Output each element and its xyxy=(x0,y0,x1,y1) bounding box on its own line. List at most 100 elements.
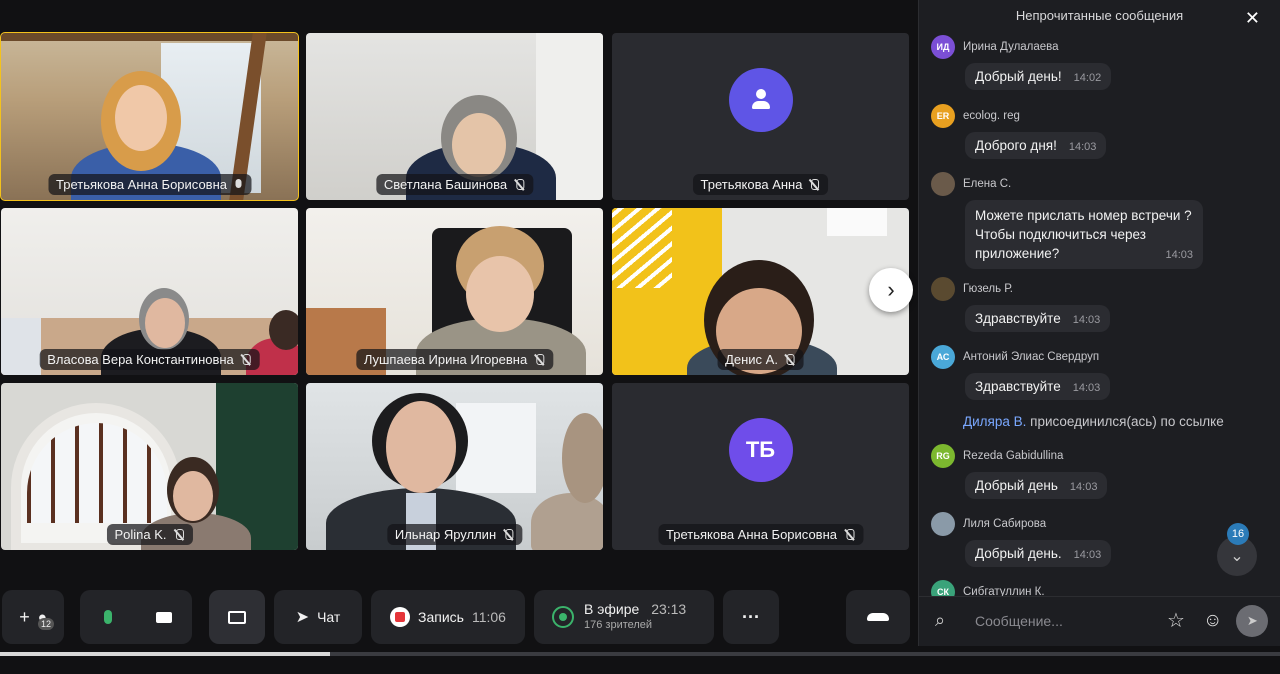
live-label: В эфире xyxy=(584,601,640,617)
message-bubble: Добрый день 14:03 xyxy=(965,472,1108,499)
video-grid: Третьякова Анна Борисовна Светлана Башин… xyxy=(0,32,912,552)
close-icon[interactable]: ✕ xyxy=(1245,8,1260,29)
more-options-button[interactable]: ··· xyxy=(723,590,779,644)
participant-name-tag: Третьякова Анна xyxy=(692,174,829,195)
camera-button[interactable] xyxy=(136,590,192,644)
message-text: Здравствуйте xyxy=(975,311,1061,326)
video-tile[interactable]: Денис А. xyxy=(612,208,909,375)
add-participants-button[interactable]: + ● 12 xyxy=(2,590,64,644)
message-bubble: Здравствуйте 14:03 xyxy=(965,305,1111,332)
chat-message: RG Rezeda Gabidullina Добрый день 14:03 xyxy=(931,444,1261,499)
microphone-muted-icon xyxy=(173,528,185,541)
joined-user-link[interactable]: Диляра В. xyxy=(963,414,1026,429)
participant-name: Лушпаева Ирина Игоревна xyxy=(363,352,528,367)
participant-name: Polina K. xyxy=(114,527,167,542)
emoji-icon[interactable]: ☺ xyxy=(1203,610,1222,632)
live-stream-button[interactable]: В эфире 23:13 176 зрителей xyxy=(534,590,714,644)
video-tile[interactable]: Власова Вера Константиновна xyxy=(1,208,298,375)
chat-button-label: Чат xyxy=(317,609,341,625)
call-toolbar: + ● 12 ➤ Чат Запись 11:06 В эфире 23:13 … xyxy=(0,590,912,644)
participant-name-tag: Лушпаева Ирина Игоревна xyxy=(355,349,554,370)
message-time: 14:03 xyxy=(1072,314,1101,326)
chevron-right-icon: › xyxy=(887,277,895,302)
message-time: 14:03 xyxy=(1165,249,1193,261)
video-tile[interactable]: Лушпаева Ирина Игоревна xyxy=(306,208,603,375)
screen-share-button[interactable] xyxy=(209,590,265,644)
participant-initials: ТБ xyxy=(745,436,776,462)
send-button[interactable]: ➤ xyxy=(1236,604,1269,637)
record-label: Запись xyxy=(418,609,464,625)
author-avatar xyxy=(931,512,955,536)
video-tile[interactable]: Третьякова Анна Борисовна xyxy=(0,32,299,201)
author-avatar: ER xyxy=(931,104,955,128)
message-bubble: Можете прислать номер встречи ? Чтобы по… xyxy=(965,200,1203,269)
participant-avatar xyxy=(728,67,793,132)
hang-up-icon xyxy=(867,613,889,621)
microphone-muted-icon xyxy=(533,353,545,366)
record-icon xyxy=(390,607,411,627)
participant-name-tag: Polina K. xyxy=(106,524,193,545)
video-tile[interactable]: Ильнар Яруллин xyxy=(306,383,603,550)
chat-message: СК Сибгатуллин К. xyxy=(931,580,1261,596)
author-avatar xyxy=(931,277,955,301)
participant-name-tag: Третьякова Анна Борисовна xyxy=(48,174,251,195)
message-text: Можете прислать номер встречи ? Чтобы по… xyxy=(975,208,1192,261)
playback-progress-bar[interactable] xyxy=(0,652,1280,656)
message-bubble: Добрый день. 14:03 xyxy=(965,540,1112,567)
message-text: Добрый день. xyxy=(975,546,1062,561)
user-icon xyxy=(748,87,774,113)
unread-count-badge: 16 xyxy=(1227,523,1249,545)
message-time: 14:03 xyxy=(1068,141,1097,153)
message-text: Здравствуйте xyxy=(975,379,1061,394)
video-tile[interactable]: Polina K. xyxy=(1,383,298,550)
author-avatar: АС xyxy=(931,345,955,369)
send-icon: ➤ xyxy=(295,609,310,626)
microphone-muted-icon xyxy=(784,353,796,366)
microphone-icon xyxy=(233,178,243,191)
message-author: Rezeda Gabidullina xyxy=(963,450,1064,462)
viewers-count: 176 зрителей xyxy=(584,619,653,631)
participant-name-tag: Третьякова Анна Борисовна xyxy=(658,524,863,545)
message-input[interactable] xyxy=(975,612,1145,629)
message-author: Лиля Сабирова xyxy=(963,518,1047,530)
participant-name-tag: Ильнар Яруллин xyxy=(386,524,523,545)
system-notice: Диляра В. присоединился(ась) по ссылке xyxy=(963,414,1224,429)
attachment-icon[interactable]: ⌕ xyxy=(935,610,959,631)
chat-message: АС Антоний Элиас Свердруп Здравствуйте 14… xyxy=(931,345,1261,400)
microphone-muted-icon xyxy=(240,353,252,366)
chat-panel: Непрочитанные сообщения ✕ ИД Ирина Дулал… xyxy=(918,0,1280,646)
chat-message: Елена С. Можете прислать номер встречи ?… xyxy=(931,172,1261,269)
participant-name: Ильнар Яруллин xyxy=(394,527,497,542)
video-tile[interactable]: Светлана Башинова xyxy=(306,33,603,200)
message-text: Добрый день! xyxy=(975,69,1062,84)
participant-name: Власова Вера Константиновна xyxy=(47,352,234,367)
live-timer: 23:13 xyxy=(651,601,687,617)
message-time: 14:02 xyxy=(1073,72,1102,84)
microphone-button[interactable] xyxy=(80,590,136,644)
participant-name: Третьякова Анна Борисовна xyxy=(666,527,837,542)
chat-button[interactable]: ➤ Чат xyxy=(274,590,362,644)
message-time: 14:03 xyxy=(1072,382,1101,394)
author-avatar: ИД xyxy=(931,35,955,59)
participant-name: Светлана Башинова xyxy=(383,177,508,192)
video-tile[interactable]: Третьякова Анна xyxy=(612,33,909,200)
message-bubble: Доброго дня! 14:03 xyxy=(965,132,1107,159)
chat-message: Гюзель Р. Здравствуйте 14:03 xyxy=(931,277,1261,332)
add-user-icon: + xyxy=(19,606,30,627)
chevron-down-icon: ⌄ xyxy=(1230,548,1244,565)
chat-message: Лиля Сабирова Добрый день. 14:03 xyxy=(931,512,1261,567)
joined-text: присоединился(ась) по ссылке xyxy=(1026,414,1224,429)
record-button[interactable]: Запись 11:06 xyxy=(371,590,525,644)
message-bubble: Добрый день! 14:02 xyxy=(965,63,1112,90)
microphone-muted-icon xyxy=(843,528,855,541)
video-tile[interactable]: ТБ Третьякова Анна Борисовна xyxy=(612,383,909,550)
end-call-button[interactable] xyxy=(846,590,910,644)
chat-message: ER ecolog. reg Доброго дня! 14:03 xyxy=(931,104,1261,159)
message-author: Сибгатуллин К. xyxy=(963,586,1045,596)
participant-name-tag: Светлана Башинова xyxy=(375,174,534,195)
author-avatar: СК xyxy=(931,580,955,596)
microphone-icon xyxy=(104,610,112,624)
next-page-button[interactable]: › xyxy=(869,268,913,312)
star-icon[interactable]: ☆ xyxy=(1167,608,1185,633)
participant-name: Третьякова Анна xyxy=(700,177,803,192)
